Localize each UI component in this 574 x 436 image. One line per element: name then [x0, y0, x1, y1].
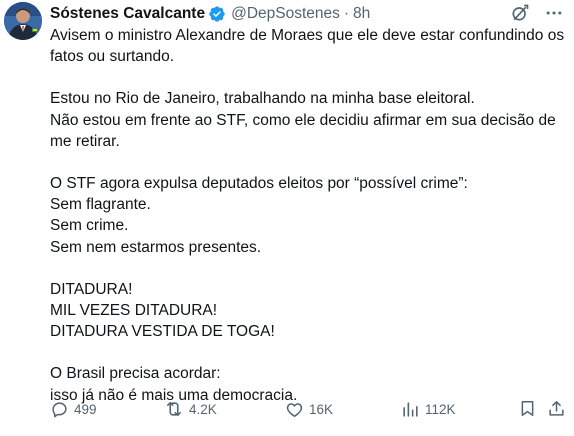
- paragraph: Avisem o ministro Alexandre de Moraes qu…: [50, 25, 565, 67]
- paragraph: DITADURA! MIL VEZES DITADURA! DITADURA V…: [50, 279, 565, 343]
- text-line: me retirar.: [50, 132, 120, 150]
- header-actions: [510, 3, 564, 23]
- reply-button[interactable]: 499: [50, 400, 97, 419]
- reply-count: 499: [74, 401, 97, 417]
- share-button[interactable]: [547, 399, 566, 418]
- views-count: 112K: [425, 401, 456, 417]
- repost-icon: [166, 401, 182, 417]
- repost-button[interactable]: 4.2K: [164, 399, 217, 419]
- text-line: Não estou em frente ao STF, como ele dec…: [50, 111, 556, 129]
- avatar[interactable]: [4, 2, 42, 40]
- tweet: Sóstenes Cavalcante @DepSostenes · 8h Av…: [0, 0, 574, 436]
- author-handle[interactable]: @DepSostenes: [231, 5, 340, 23]
- timestamp[interactable]: 8h: [353, 5, 370, 23]
- share-icon: [549, 401, 564, 416]
- views-button[interactable]: 112K: [401, 400, 456, 419]
- like-button[interactable]: 16K: [285, 400, 333, 419]
- reply-icon: [52, 401, 67, 417]
- like-icon: [286, 402, 303, 417]
- bookmark-button[interactable]: [518, 399, 537, 418]
- text-line: Sem crime.: [50, 217, 129, 235]
- bookmark-icon: [521, 401, 534, 416]
- text-line: Sem nem estarmos presentes.: [50, 238, 262, 256]
- repost-count: 4.2K: [189, 401, 217, 417]
- paragraph: Estou no Rio de Janeiro, trabalhando na …: [50, 88, 565, 152]
- text-line: Estou no Rio de Janeiro, trabalhando na …: [50, 90, 475, 108]
- action-bar: 499 4.2K 16K 112K: [50, 397, 574, 421]
- text-line: DITADURA VESTIDA DE TOGA!: [50, 323, 275, 341]
- text-line: Avisem o ministro Alexandre de Moraes qu…: [50, 27, 565, 44]
- text-line: O STF agora expulsa deputados eleitos po…: [50, 175, 468, 193]
- views-icon: [403, 401, 418, 417]
- text-line: O Brasil precisa acordar:: [50, 365, 221, 383]
- grok-icon[interactable]: [510, 3, 530, 23]
- avatar-image: [4, 2, 42, 40]
- tweet-text: Avisem o ministro Alexandre de Moraes qu…: [50, 25, 565, 406]
- tweet-header: Sóstenes Cavalcante @DepSostenes · 8h: [50, 3, 574, 25]
- text-line: Sem flagrante.: [50, 196, 151, 214]
- text-line: MIL VEZES DITADURA!: [50, 302, 218, 320]
- header-separator: ·: [343, 5, 350, 22]
- text-line: DITADURA!: [50, 280, 133, 298]
- text-line: fatos ou surtando.: [50, 48, 175, 66]
- verified-badge-icon: [208, 5, 226, 23]
- like-count: 16K: [309, 401, 334, 417]
- author-name[interactable]: Sóstenes Cavalcante: [50, 5, 205, 23]
- paragraph: O STF agora expulsa deputados eleitos po…: [50, 173, 565, 258]
- more-icon[interactable]: [544, 3, 564, 23]
